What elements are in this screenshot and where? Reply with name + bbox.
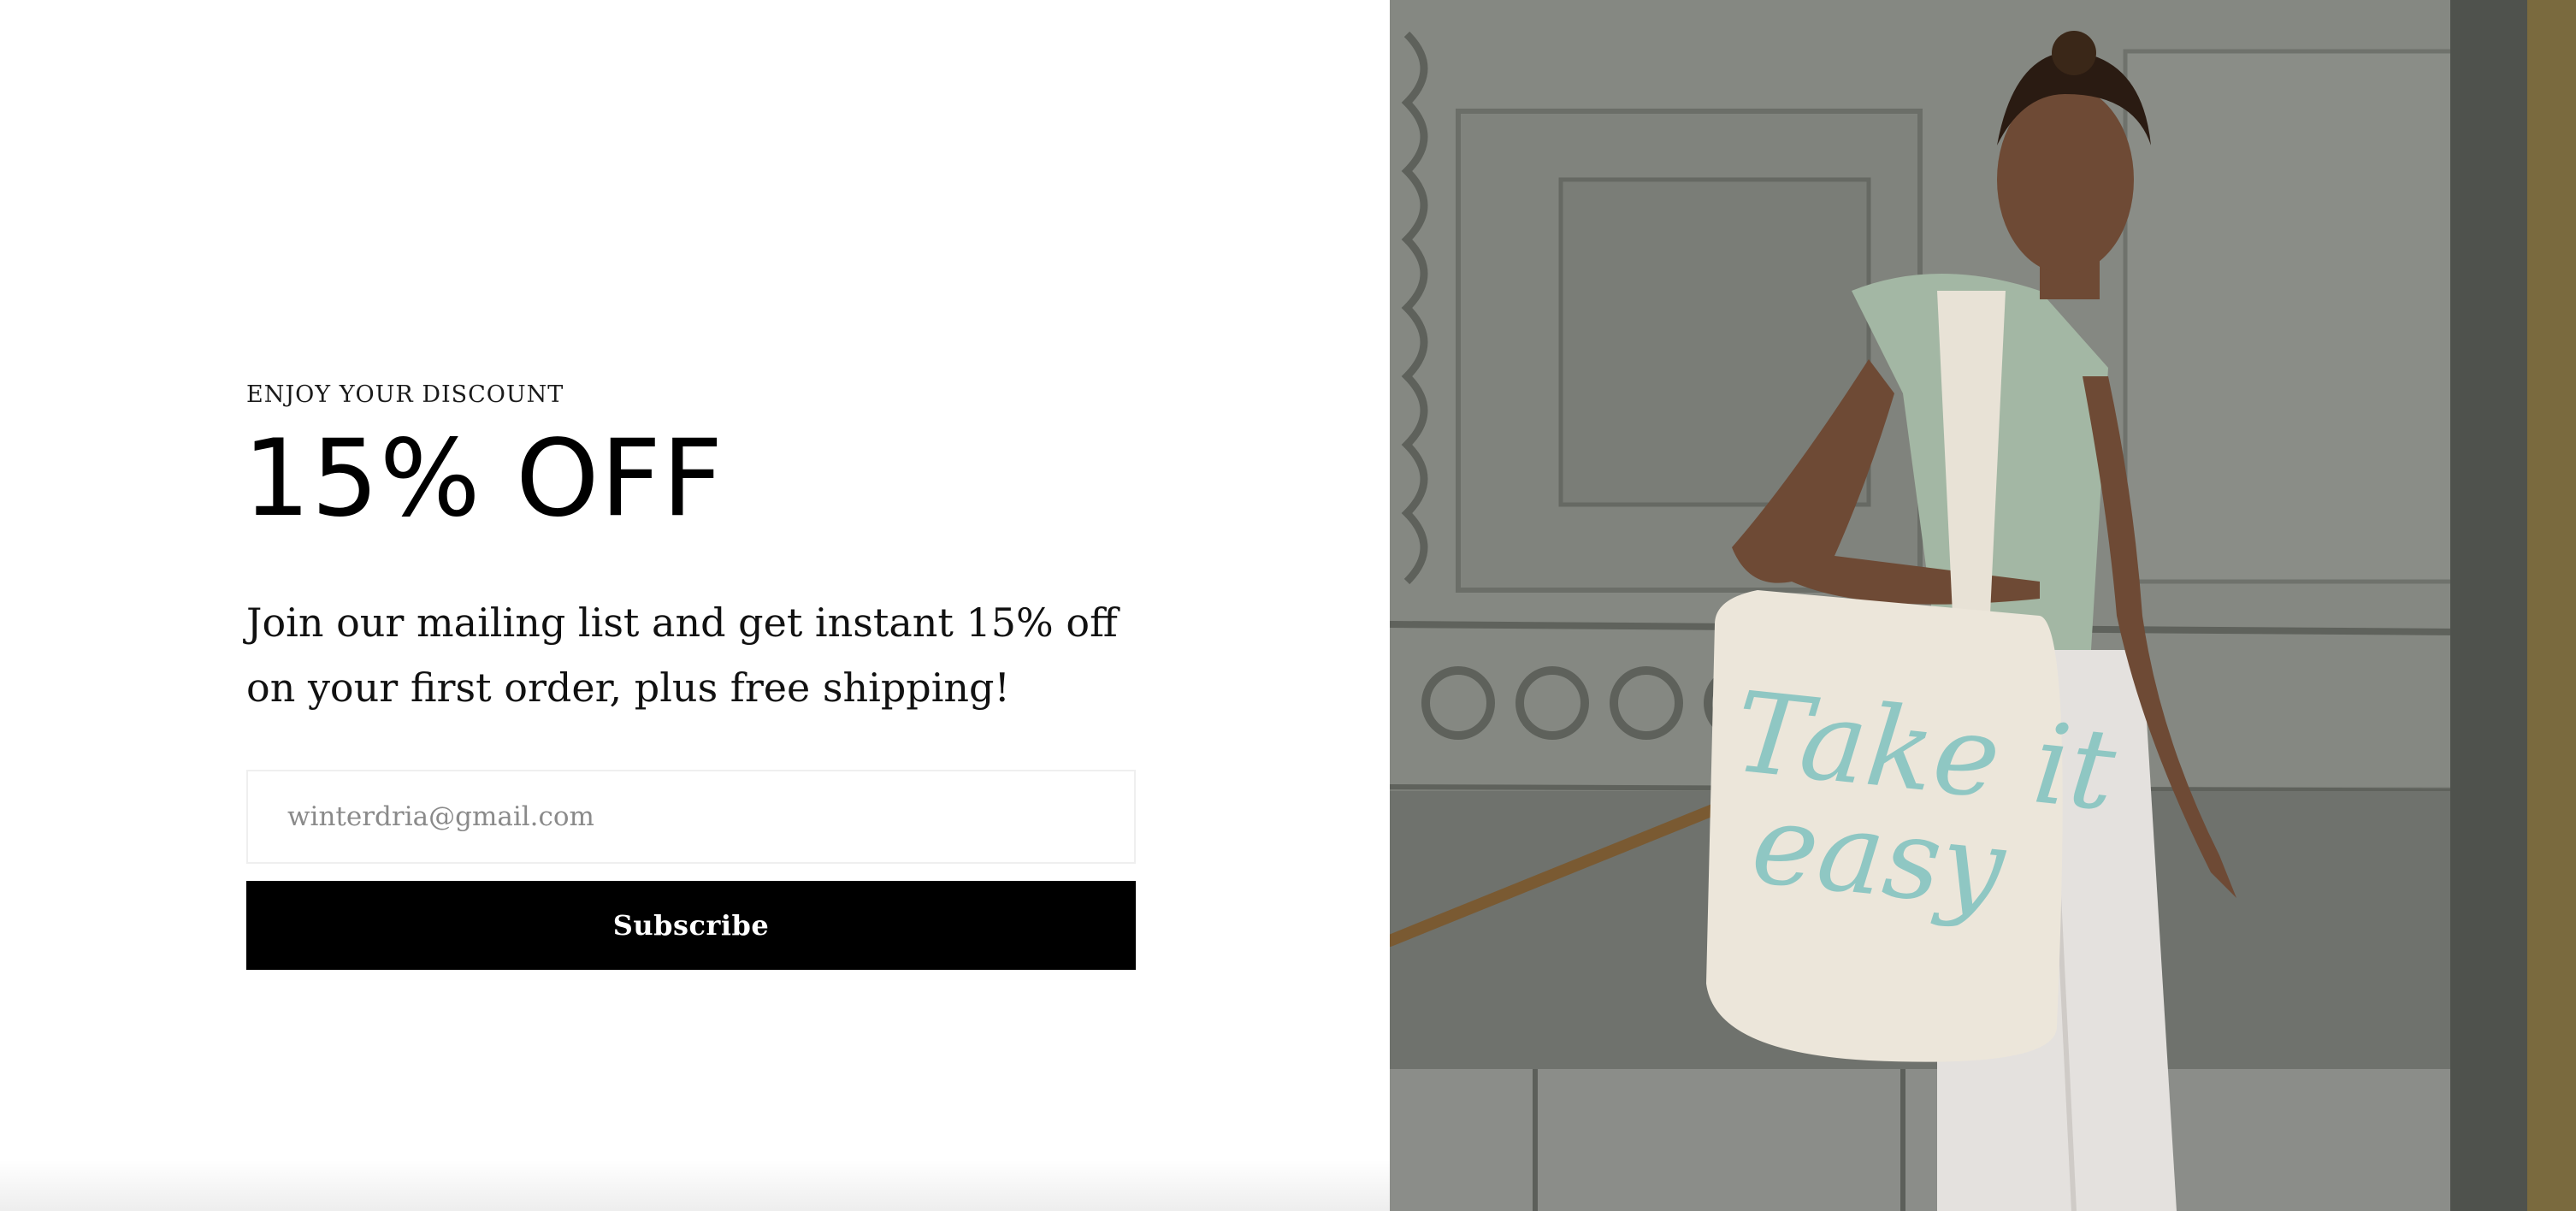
discount-headline: 15% OFF bbox=[243, 417, 724, 541]
signup-description: Join our mailing list and get instant 15… bbox=[246, 600, 1118, 711]
subscribe-button[interactable]: Subscribe bbox=[246, 881, 1136, 970]
promo-photo: Take it easy bbox=[1390, 0, 2576, 1211]
tote-lettering-line2: easy bbox=[1746, 778, 2012, 934]
email-field[interactable]: winterdria@gmail.com bbox=[246, 770, 1136, 864]
eyebrow-label: ENJOY YOUR DISCOUNT bbox=[246, 381, 564, 408]
model-photo-illustration: Take it easy bbox=[1390, 0, 2576, 1211]
bottom-shadow bbox=[0, 1160, 1390, 1211]
subscribe-button-label: Subscribe bbox=[612, 909, 770, 942]
signup-panel: ENJOY YOUR DISCOUNT 15% OFF Join our mai… bbox=[0, 0, 1390, 1211]
email-field-value: winterdria@gmail.com bbox=[287, 801, 594, 832]
